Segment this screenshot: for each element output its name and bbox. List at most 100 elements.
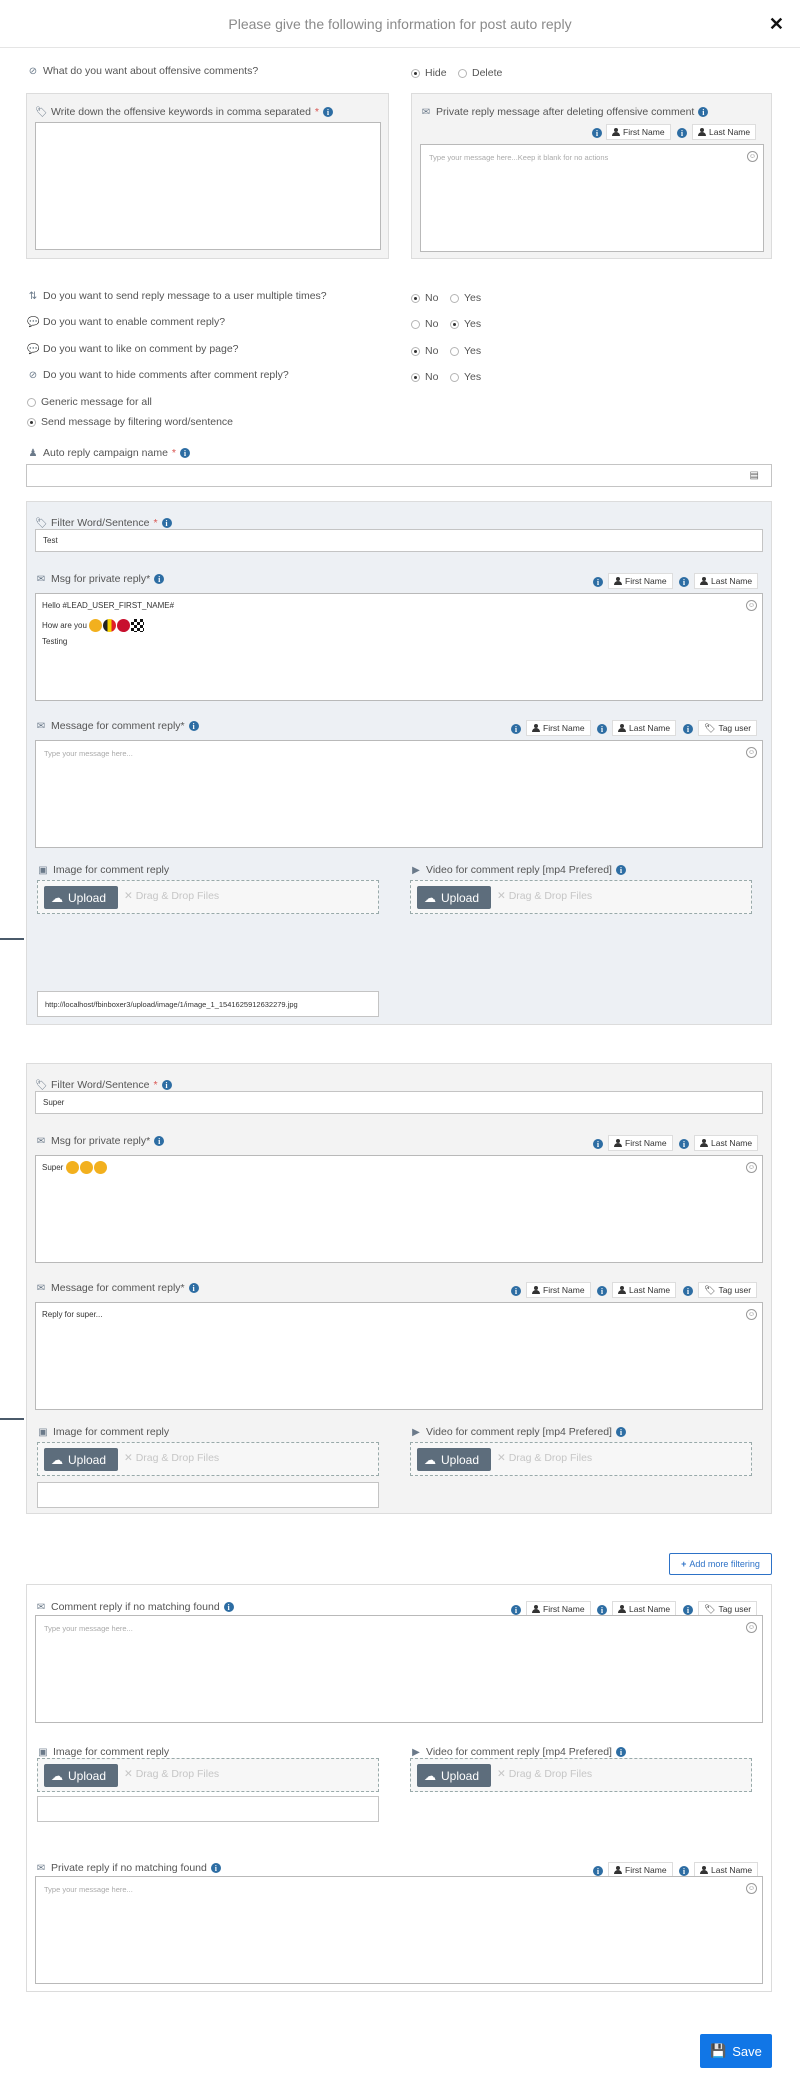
tags-icon: 🏷 <box>704 1284 716 1295</box>
campaign-input[interactable]: ▤ <box>26 464 772 487</box>
first-name-token[interactable]: First Name <box>606 124 671 140</box>
like-no-radio[interactable]: No <box>411 345 438 357</box>
no-match-comment-label: ✉ Comment reply if no matching found i <box>35 1601 234 1613</box>
user-icon <box>618 724 626 732</box>
image-upload-box[interactable]: ☁ Upload ✕ Drag & Drop Files <box>37 880 379 914</box>
add-more-filtering-button[interactable]: + Add more filtering <box>669 1553 772 1575</box>
image-upload-box[interactable]: ☁ Upload ✕ Drag & Drop Files <box>37 1758 379 1792</box>
user-icon <box>614 1866 622 1874</box>
image-upload-box[interactable]: ☁ Upload ✕ Drag & Drop Files <box>37 1442 379 1476</box>
filter-word-input[interactable]: Test <box>35 529 763 552</box>
multiple-no-radio[interactable]: No <box>411 292 438 304</box>
image-url-input[interactable] <box>37 1482 379 1508</box>
user-icon <box>618 1605 626 1613</box>
private-reply-textarea[interactable]: Hello #LEAD_USER_FIRST_NAME# How are you… <box>35 593 763 701</box>
info-icon: i <box>679 1139 689 1149</box>
info-icon: i <box>615 1747 626 1757</box>
like-yes-radio[interactable]: Yes <box>450 345 481 357</box>
private-delete-label: ✉ Private reply message after deleting o… <box>420 106 709 118</box>
image-label: ▣ Image for comment reply <box>38 1746 170 1758</box>
tag-user-token[interactable]: 🏷 Tag user <box>698 720 758 736</box>
filter-block-2: 🏷 Filter Word/Sentence * i Super ✉ Msg for p… <box>26 1063 772 1514</box>
enable-yes-radio[interactable]: Yes <box>450 318 481 330</box>
last-name-token[interactable]: Last Name <box>612 720 677 736</box>
drag-drop-text: ✕ Drag & Drop Files <box>497 890 593 902</box>
user-tie-icon: ♟ <box>28 447 38 459</box>
comment-icon: 💬 <box>27 316 40 328</box>
info-icon: i <box>615 865 626 875</box>
video-upload-box[interactable]: ☁ Upload ✕ Drag & Drop Files <box>410 880 752 914</box>
video-upload-box[interactable]: ☁ Upload ✕ Drag & Drop Files <box>410 1758 752 1792</box>
hide-no-radio[interactable]: No <box>411 371 438 383</box>
upload-button[interactable]: ☁ Upload <box>44 886 118 909</box>
offensive-delete-radio[interactable]: Delete <box>458 67 502 79</box>
drag-drop-text: ✕ Drag & Drop Files <box>124 1452 220 1464</box>
filter-block-1: 🏷 Filter Word/Sentence * i Test ✉ Msg for pr… <box>26 501 772 1025</box>
first-name-token[interactable]: First Name <box>608 573 673 589</box>
info-icon: i <box>677 128 687 138</box>
upload-button[interactable]: ☁ Upload <box>417 1448 491 1471</box>
last-name-token[interactable]: Last Name <box>694 1135 759 1151</box>
keywords-textarea[interactable] <box>35 122 381 250</box>
info-icon: i <box>683 724 693 734</box>
emoji-icon[interactable]: ☺ <box>746 1309 757 1320</box>
upload-button[interactable]: ☁ Upload <box>417 886 491 909</box>
video-icon: ▶ <box>412 864 420 876</box>
first-name-token[interactable]: First Name <box>526 720 591 736</box>
multiple-yes-radio[interactable]: Yes <box>450 292 481 304</box>
upload-button[interactable]: ☁ Upload <box>44 1448 118 1471</box>
info-icon: i <box>511 1605 521 1615</box>
info-icon: i <box>593 1866 603 1876</box>
offensive-hide-radio[interactable]: Hide <box>411 67 447 79</box>
image-url-input[interactable]: http://localhost/fbinboxer3/upload/image… <box>37 991 379 1017</box>
user-icon <box>618 1286 626 1294</box>
emoji-icon[interactable]: ☺ <box>746 1622 757 1633</box>
emoji-icon[interactable]: ☺ <box>746 1162 757 1173</box>
upload-button[interactable]: ☁ Upload <box>44 1764 118 1787</box>
emoji-icon[interactable]: ☺ <box>746 1883 757 1894</box>
radio-dot <box>411 68 420 78</box>
save-icon: 💾 <box>710 2043 727 2058</box>
emoji-icon[interactable]: ☺ <box>747 151 758 162</box>
cloud-upload-icon: ☁ <box>51 1452 63 1467</box>
hide-yes-radio[interactable]: Yes <box>450 371 481 383</box>
filter-word-input[interactable]: Super <box>35 1091 763 1114</box>
last-name-token[interactable]: Last Name <box>694 573 759 589</box>
no-match-comment-textarea[interactable]: Type your message here... ☺ <box>35 1615 763 1723</box>
envelope-icon: ✉ <box>36 1862 46 1874</box>
question-enable-reply: 💬 Do you want to enable comment reply? <box>27 316 226 328</box>
image-url-input[interactable] <box>37 1796 379 1822</box>
last-name-token[interactable]: Last Name <box>692 124 757 140</box>
enable-no-radio[interactable]: No <box>411 318 438 330</box>
private-reply-label: ✉ Msg for private reply* i <box>35 1135 165 1147</box>
upload-button[interactable]: ☁ Upload <box>417 1764 491 1787</box>
modal-title: Please give the following information fo… <box>228 16 572 32</box>
tags-icon: 🏷 <box>35 106 48 118</box>
comment-reply-textarea[interactable]: Reply for super... ☺ <box>35 1302 763 1410</box>
first-name-token[interactable]: First Name <box>608 1135 673 1151</box>
generic-message-radio[interactable]: Generic message for all <box>27 396 152 408</box>
close-icon[interactable]: ✕ <box>769 14 784 35</box>
filter-message-radio[interactable]: Send message by filtering word/sentence <box>27 416 233 428</box>
no-match-private-textarea[interactable]: Type your message here... ☺ <box>35 1876 763 1984</box>
private-reply-textarea[interactable]: Super ☺ <box>35 1155 763 1263</box>
private-line: Super <box>42 1161 108 1175</box>
emoji-icon[interactable]: ☺ <box>746 747 757 758</box>
save-button[interactable]: 💾 Save <box>700 2034 772 2068</box>
private-delete-textarea[interactable]: Type your message here...Keep it blank f… <box>420 144 764 252</box>
last-name-token[interactable]: Last Name <box>612 1282 677 1298</box>
emoji-icon[interactable]: ☺ <box>746 600 757 611</box>
video-upload-box[interactable]: ☁ Upload ✕ Drag & Drop Files <box>410 1442 752 1476</box>
tag-icon: 🏷 <box>35 1079 48 1091</box>
tag-user-token[interactable]: 🏷 Tag user <box>698 1282 758 1298</box>
envelope-icon: ✉ <box>36 1135 46 1147</box>
private-line: How are you <box>42 619 145 633</box>
comment-reply-textarea[interactable]: Type your message here... ☺ <box>35 740 763 848</box>
campaign-label: ♟ Auto reply campaign name * i <box>27 447 190 459</box>
user-icon <box>700 1139 708 1147</box>
envelope-icon: ✉ <box>36 1282 46 1294</box>
first-name-token[interactable]: First Name <box>526 1282 591 1298</box>
private-delete-panel: ✉ Private reply message after deleting o… <box>411 93 772 259</box>
filter-word-label: 🏷 Filter Word/Sentence * i <box>35 1079 172 1091</box>
tag-icon: 🏷 <box>35 517 48 529</box>
